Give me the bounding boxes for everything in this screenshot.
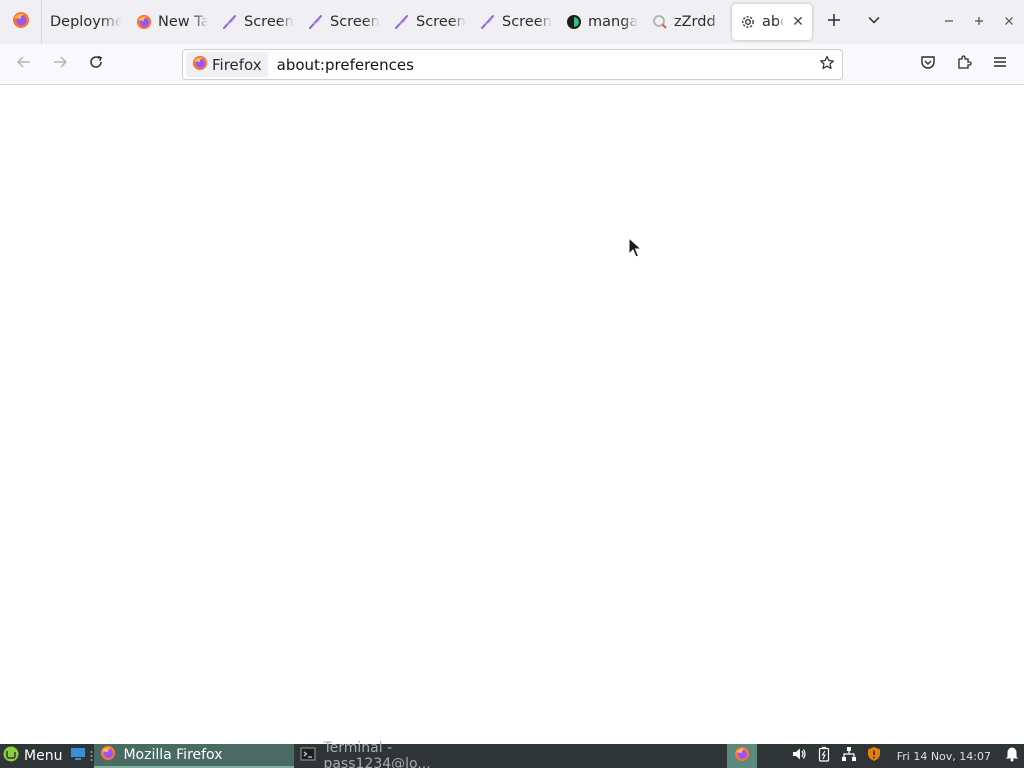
feather-icon [222, 14, 238, 30]
tab-screen-4[interactable]: Screen [472, 4, 558, 40]
tab-screen-2[interactable]: Screen [300, 4, 386, 40]
chevron-down-icon [867, 13, 881, 31]
list-all-tabs-button[interactable] [854, 4, 894, 40]
pocket-button[interactable] [910, 48, 946, 80]
tab-new-tab[interactable]: New Tab [128, 4, 214, 40]
search-engine-icon [652, 14, 668, 30]
maximize-button[interactable] [964, 7, 994, 37]
volume-button[interactable] [787, 744, 812, 768]
identity-label: Firefox [212, 55, 262, 74]
minimize-button[interactable] [934, 7, 964, 37]
tab-manga[interactable]: manga [558, 4, 644, 40]
plus-icon [827, 13, 841, 31]
firefox-icon [136, 14, 152, 30]
taskbar-window-firefox[interactable]: Mozilla Firefox [94, 744, 295, 768]
speaker-icon [791, 746, 807, 766]
reload-button[interactable] [78, 48, 114, 80]
terminal-icon [300, 746, 316, 766]
pocket-icon [920, 54, 936, 74]
tab-label: Screen [502, 14, 552, 30]
tab-about-preferences[interactable]: about ✕ [732, 4, 812, 40]
notifications-button[interactable] [999, 744, 1024, 768]
firefox-view-button[interactable] [0, 0, 42, 44]
tab-label: Screen [416, 14, 466, 30]
close-window-button[interactable] [994, 7, 1024, 37]
firefox-icon [734, 746, 750, 766]
manga-site-icon [566, 14, 582, 30]
tab-label: manga [588, 14, 638, 30]
show-desktop-button[interactable] [68, 744, 88, 768]
taskbar-window-terminal[interactable]: Terminal - pass1234@lo... [294, 740, 494, 768]
network-button[interactable] [837, 744, 862, 768]
desktop-icon [70, 747, 86, 765]
gear-icon [740, 14, 756, 30]
feather-icon [394, 14, 410, 30]
battery-charging-icon [818, 746, 830, 766]
battery-button[interactable] [812, 744, 837, 768]
tray-firefox-button[interactable] [726, 744, 757, 768]
page-content [0, 85, 1024, 744]
tab-label: about [762, 14, 784, 30]
taskbar-window-label: Mozilla Firefox [123, 747, 223, 763]
new-tab-button[interactable] [814, 4, 854, 40]
maximize-icon [974, 14, 984, 30]
tab-label: New Tab [158, 14, 208, 30]
tab-deployment[interactable]: Deployme [42, 4, 128, 40]
menu-label: Menu [24, 748, 63, 764]
network-icon [841, 746, 857, 766]
firefox-icon [192, 55, 208, 75]
mint-logo-icon [3, 746, 19, 766]
identity-box[interactable]: Firefox [186, 52, 268, 77]
system-tray: Fri 14 Nov, 14:07 [726, 744, 1024, 768]
firefox-icon [100, 745, 116, 765]
app-menu-button[interactable] [982, 48, 1018, 80]
forward-button[interactable] [42, 48, 78, 80]
navigation-toolbar: Firefox about:preferences [0, 44, 1024, 85]
extensions-button[interactable] [946, 48, 982, 80]
taskbar-window-label: Terminal - pass1234@lo... [323, 740, 431, 768]
toolbar-right [910, 48, 1018, 80]
clock[interactable]: Fri 14 Nov, 14:07 [887, 750, 999, 763]
tab-label: zZrdd [674, 14, 716, 30]
firefox-icon [12, 11, 30, 33]
system-taskbar: Menu Mozilla Firefox Terminal - pass1234… [0, 740, 1024, 768]
feather-icon [308, 14, 324, 30]
hamburger-menu-icon [992, 54, 1008, 74]
tab-zzrdd[interactable]: zZrdd [644, 4, 730, 40]
feather-icon [480, 14, 496, 30]
reload-icon [88, 54, 104, 74]
tab-label: Screen [330, 14, 380, 30]
mouse-cursor-icon [628, 236, 643, 263]
tab-label: Deployme [50, 14, 122, 30]
puzzle-icon [956, 54, 972, 74]
start-menu-button[interactable]: Menu [0, 744, 68, 768]
star-icon [819, 55, 835, 75]
tab-label: Screen [244, 14, 294, 30]
tab-screen-3[interactable]: Screen [386, 4, 472, 40]
back-button[interactable] [6, 48, 42, 80]
close-icon [1004, 14, 1014, 30]
shield-warning-icon [866, 746, 882, 766]
tab-screen-1[interactable]: Screen [214, 4, 300, 40]
minimize-icon [944, 14, 954, 30]
url-text[interactable]: about:preferences [277, 56, 812, 74]
forward-arrow-icon [52, 54, 68, 74]
tab-strip: Deployme New Tab Screen Screen Screen Sc… [0, 0, 1024, 44]
back-arrow-icon [16, 54, 32, 74]
update-manager-button[interactable] [862, 744, 887, 768]
bookmark-star-button[interactable] [812, 50, 842, 80]
url-bar[interactable]: Firefox about:preferences [182, 49, 843, 80]
close-tab-icon[interactable]: ✕ [790, 14, 806, 30]
bell-icon [1005, 746, 1019, 766]
window-controls [934, 0, 1024, 44]
